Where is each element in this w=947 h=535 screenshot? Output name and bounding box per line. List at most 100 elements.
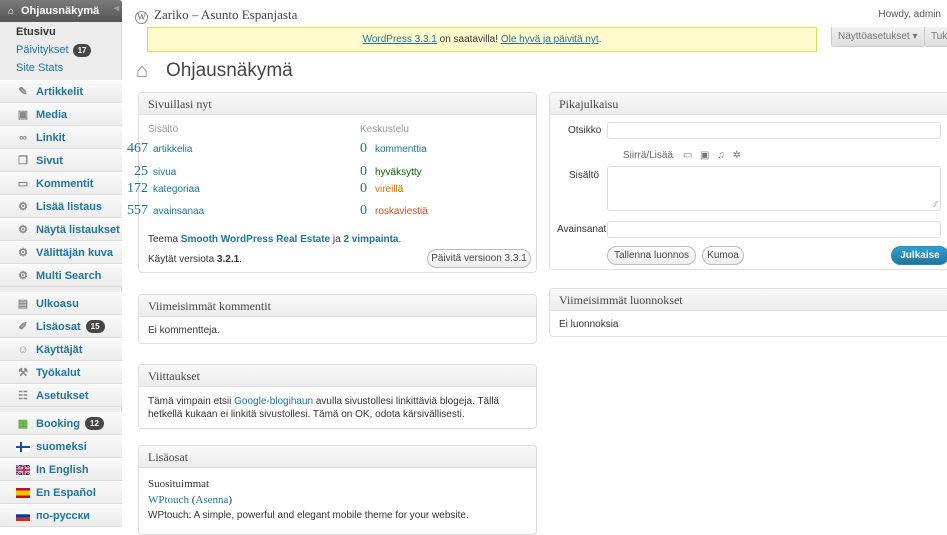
stat-pending[interactable]: 0 vireillä [360, 181, 403, 197]
theme-name-link[interactable]: Smooth WordPress Real Estate [181, 234, 330, 245]
submenu-updates-label: Päivitykset [16, 44, 69, 56]
menu-pages[interactable]: ❐ Sivut [0, 149, 122, 172]
stat-categories[interactable]: 172 kategoriaa [116, 181, 200, 197]
save-draft-button[interactable]: Tallenna luonnos [607, 246, 696, 265]
pin-icon: ✎ [18, 86, 28, 98]
content-textarea[interactable]: ⁄⁄ [607, 166, 941, 211]
menu-show-listings[interactable]: ⚙ Näytä listaukset [0, 218, 122, 241]
widgets-link[interactable]: 2 vimpainta [343, 234, 398, 245]
tags-label: Avainsanat [557, 224, 607, 235]
stat-tags-label: avainsanaa [153, 206, 205, 217]
incoming-links-pre: Tämä vimpain etsii [148, 396, 235, 407]
stat-approved-count: 0 [360, 164, 367, 179]
update-notice: WordPress 3.3.1 on saatavilla! Ole hyvä … [147, 27, 817, 52]
users-icon: ☺ [17, 343, 29, 356]
wordpress-logo-icon: W [135, 11, 148, 24]
dashboard-home-icon: ⌂ [136, 59, 149, 82]
stat-pages[interactable]: 25 sivua [116, 164, 176, 180]
recent-comments-box: Viimeisimmät kommentit Ei kommentteja. [138, 294, 537, 344]
notice-text: on saatavilla! [436, 34, 501, 45]
theme-info-end: . [398, 234, 402, 245]
site-title-text: Zariko – Asunto Espanjasta [154, 7, 298, 22]
howdy-user[interactable]: Howdy, admin [878, 9, 941, 20]
menu-multi-search[interactable]: ⚙ Multi Search [0, 264, 122, 287]
flag-ru-icon [16, 509, 30, 523]
resize-handle-icon[interactable]: ⁄⁄ [934, 200, 937, 209]
plugin-name-link[interactable]: WPtouch [148, 494, 189, 506]
menu-add-listing[interactable]: ⚙ Lisää listaus [0, 195, 122, 218]
gear-icon: ⚙ [18, 270, 28, 282]
submenu-home[interactable]: Etusivu [16, 26, 56, 38]
stat-spam[interactable]: 0 roskaviestiä [360, 203, 428, 219]
reset-button[interactable]: Kumoa [702, 246, 744, 265]
stat-posts-label: artikkelia [153, 144, 193, 155]
comment-icon: ▭ [17, 178, 29, 190]
menu-booking[interactable]: ▦ Booking 12 [0, 412, 122, 435]
quick-press-box: Pikajulkaisu Otsikko Siirrä/Lisää ▭ ▣ ♫ … [549, 92, 947, 270]
plugins-title: Lisäosat [148, 450, 188, 464]
appearance-icon: ▤ [17, 298, 29, 310]
recent-comments-title: Viimeisimmät kommentit [148, 299, 271, 313]
incoming-links-title: Viittaukset [148, 369, 200, 383]
page-title-text: Ohjausnäkymä [166, 60, 293, 81]
plugin-entry: WPtouch (Asenna) [148, 494, 233, 506]
tags-input[interactable] [607, 221, 941, 238]
recent-drafts-title: Viimeisimmät luonnokset [559, 293, 683, 307]
right-now-box: Sivuillasi nyt Sisältö Keskustelu 467 art… [127, 92, 537, 273]
title-input[interactable] [607, 122, 941, 139]
discussion-column-header: Keskustelu [360, 124, 409, 135]
add-audio-icon[interactable]: ♫ [717, 150, 725, 161]
add-video-icon[interactable]: ▣ [700, 150, 709, 161]
publish-button[interactable]: Julkaise [891, 246, 947, 265]
menu-plugins[interactable]: ✐ Lisäosat 15 [0, 315, 122, 338]
menu-users[interactable]: ☺ Käyttäjät [0, 338, 122, 361]
menu-lang-ru[interactable]: по-русски [0, 504, 122, 527]
plugins-header[interactable]: Lisäosat [139, 446, 536, 468]
screen-options-button[interactable]: Näyttöasetukset ▾ [831, 27, 925, 47]
stat-approved[interactable]: 0 hyväksytty [360, 164, 422, 180]
menu-settings[interactable]: ☷ Asetukset [0, 384, 122, 407]
menu-lang-fi[interactable]: suomeksi [0, 435, 122, 458]
menu-tools[interactable]: ⚒ Työkalut [0, 361, 122, 384]
menu-comments-label: Kommentit [36, 177, 94, 190]
content-label: Sisältö [569, 170, 600, 181]
site-title[interactable]: W Zariko – Asunto Espanjasta [135, 7, 297, 24]
version-info-end: . [239, 254, 242, 265]
menu-media[interactable]: ▣ Media [0, 103, 122, 126]
menu-lang-en-label: In English [36, 463, 89, 476]
google-blogsearch-link[interactable]: Google-blogihaun [234, 396, 313, 407]
right-now-header[interactable]: Sivuillasi nyt [139, 93, 536, 115]
stat-categories-label: kategoriaa [153, 184, 200, 195]
stat-posts[interactable]: 467 artikkelia [116, 141, 192, 157]
quick-press-header[interactable]: Pikajulkaisu [550, 93, 947, 115]
link-icon: ∞ [19, 131, 27, 144]
stat-tags-count: 557 [127, 203, 148, 218]
menu-appearance[interactable]: ▤ Ulkoasu [0, 292, 122, 315]
stat-comments[interactable]: 0 kommenttia [360, 141, 427, 157]
recent-drafts-header[interactable]: Viimeisimmät luonnokset [550, 289, 947, 311]
collapse-arrow-icon[interactable]: ◂ [114, 3, 119, 14]
menu-dashboard[interactable]: ⌂ Ohjausnäkymä ◂ [0, 0, 122, 22]
menu-comments[interactable]: ▭ Kommentit [0, 172, 122, 195]
menu-lang-es[interactable]: En Español [0, 481, 122, 504]
media-icon: ▣ [17, 109, 29, 121]
stat-posts-count: 467 [127, 141, 148, 156]
add-media-icon[interactable]: ✲ [733, 150, 741, 161]
submenu-updates[interactable]: Päivitykset 17 [16, 44, 92, 57]
submenu-site-stats[interactable]: Site Stats [16, 62, 63, 74]
incoming-links-header[interactable]: Viittaukset [139, 365, 536, 387]
update-version-button[interactable]: Päivitä versioon 3.3.1 [427, 249, 531, 268]
theme-info-mid: ja [330, 234, 344, 245]
menu-links[interactable]: ∞ Linkit [0, 126, 122, 149]
recent-comments-header[interactable]: Viimeisimmät kommentit [139, 295, 536, 317]
menu-agent-image[interactable]: ⚙ Välittäjän kuva [0, 241, 122, 264]
menu-lang-en[interactable]: In English [0, 458, 122, 481]
add-image-icon[interactable]: ▭ [683, 150, 692, 161]
notice-update-link[interactable]: Ole hyvä ja päivitä nyt [501, 34, 599, 45]
plugin-install-link[interactable]: Asenna [195, 494, 228, 506]
help-button[interactable]: Tuki [924, 27, 947, 47]
stat-tags[interactable]: 557 avainsanaa [116, 203, 204, 219]
menu-media-label: Media [36, 108, 68, 121]
menu-posts[interactable]: ✎ Artikkelit [0, 80, 122, 103]
notice-version-link[interactable]: WordPress 3.3.1 [363, 34, 437, 45]
